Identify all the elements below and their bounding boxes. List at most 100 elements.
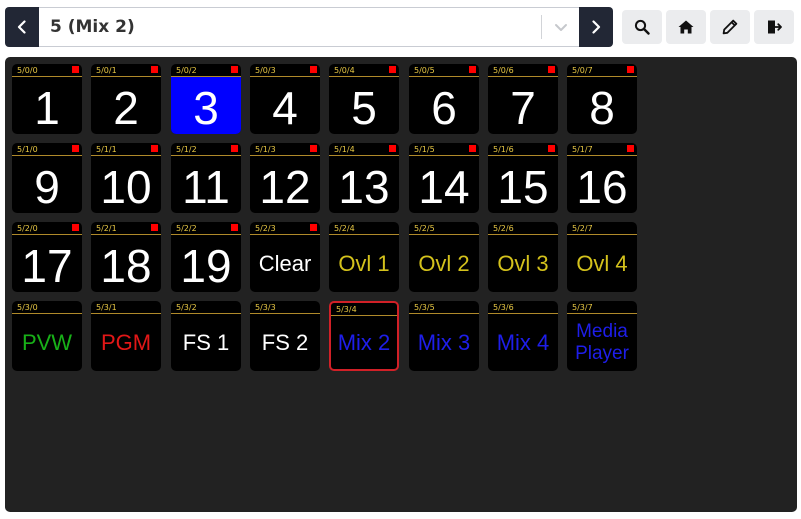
edit-button[interactable]: [710, 10, 750, 44]
control-button[interactable]: 5/3/3 FS 2: [250, 301, 320, 371]
status-led: [548, 145, 555, 152]
button-header: 5/1/5: [409, 143, 479, 156]
button-label: 4: [272, 81, 298, 134]
control-button[interactable]: 5/1/6 15: [488, 143, 558, 213]
button-address: 5/0/7: [572, 66, 593, 75]
button-address: 5/2/2: [176, 224, 197, 233]
control-button[interactable]: 5/3/0 PVW: [12, 301, 82, 371]
button-address: 5/0/3: [255, 66, 276, 75]
button-label: 16: [576, 160, 628, 213]
button-label: 19: [180, 239, 232, 292]
control-button[interactable]: 5/0/5 6: [409, 64, 479, 134]
control-button[interactable]: 5/0/4 5: [329, 64, 399, 134]
button-address: 5/3/4: [336, 305, 357, 314]
button-address: 5/1/3: [255, 145, 276, 154]
exit-icon: [768, 20, 782, 34]
button-label: 3: [171, 77, 241, 134]
control-button[interactable]: 5/2/7 Ovl 4: [567, 222, 637, 292]
button-address: 5/2/3: [255, 224, 276, 233]
button-header: 5/3/0: [12, 301, 82, 314]
status-led: [72, 145, 79, 152]
control-button[interactable]: 5/2/2 19: [171, 222, 241, 292]
button-address: 5/1/6: [493, 145, 514, 154]
dropdown-toggle[interactable]: [542, 20, 579, 34]
button-header: 5/3/7: [567, 301, 637, 314]
control-button[interactable]: 5/1/5 14: [409, 143, 479, 213]
button-header: 5/1/7: [567, 143, 637, 156]
button-header: 5/2/1: [91, 222, 161, 235]
button-address: 5/0/0: [17, 66, 38, 75]
control-button[interactable]: 5/2/4 Ovl 1: [329, 222, 399, 292]
status-led: [151, 66, 158, 73]
status-led: [548, 66, 555, 73]
control-button[interactable]: 5/1/3 12: [250, 143, 320, 213]
control-button[interactable]: 5/0/1 2: [91, 64, 161, 134]
status-led: [151, 224, 158, 231]
page-select[interactable]: 5 (Mix 2): [39, 7, 579, 47]
button-address: 5/0/2: [176, 66, 197, 75]
control-button[interactable]: 5/0/7 8: [567, 64, 637, 134]
button-header: 5/2/3: [250, 222, 320, 235]
control-button[interactable]: 5/0/0 1: [12, 64, 82, 134]
button-label: 18: [100, 239, 152, 292]
button-address: 5/1/1: [96, 145, 117, 154]
status-led: [389, 66, 396, 73]
button-label: Ovl 4: [576, 250, 628, 276]
status-led: [469, 66, 476, 73]
control-button[interactable]: 5/0/6 7: [488, 64, 558, 134]
button-label: 12: [259, 160, 311, 213]
button-grid: 5/0/0 1 5/0/1 2 5/0/2 3 5/0/3 4 5/0/4 5 5/0/5 6 5/0/…: [5, 57, 797, 512]
chevron-right-icon: [592, 20, 601, 34]
control-button[interactable]: 5/2/6 Ovl 3: [488, 222, 558, 292]
button-header: 5/2/0: [12, 222, 82, 235]
control-button[interactable]: 5/2/1 18: [91, 222, 161, 292]
button-label: Ovl 3: [497, 250, 549, 276]
control-button[interactable]: 5/2/0 17: [12, 222, 82, 292]
button-label: 17: [21, 239, 73, 292]
button-header: 5/0/4: [329, 64, 399, 77]
button-address: 5/0/1: [96, 66, 117, 75]
control-button[interactable]: 5/1/2 11: [171, 143, 241, 213]
control-button[interactable]: 5/1/0 9: [12, 143, 82, 213]
control-button[interactable]: 5/3/7 Media Player: [567, 301, 637, 371]
next-page-button[interactable]: [579, 7, 613, 47]
button-address: 5/2/5: [414, 224, 435, 233]
home-button[interactable]: [666, 10, 706, 44]
status-led: [627, 66, 634, 73]
control-button[interactable]: 5/1/1 10: [91, 143, 161, 213]
button-label: 14: [418, 160, 470, 213]
control-button[interactable]: 5/1/4 13: [329, 143, 399, 213]
control-button[interactable]: 5/3/5 Mix 3: [409, 301, 479, 371]
chevron-down-icon: [554, 24, 567, 31]
control-button[interactable]: 5/3/6 Mix 4: [488, 301, 558, 371]
button-label: Ovl 2: [418, 250, 470, 276]
button-header: 5/1/6: [488, 143, 558, 156]
control-button[interactable]: 5/0/2 3: [171, 64, 241, 134]
button-address: 5/3/6: [493, 303, 514, 312]
search-button[interactable]: [622, 10, 662, 44]
button-header: 5/3/1: [91, 301, 161, 314]
button-label: 8: [589, 81, 615, 134]
button-header: 5/0/5: [409, 64, 479, 77]
control-button[interactable]: 5/3/4 Mix 2: [329, 301, 399, 371]
button-address: 5/0/4: [334, 66, 355, 75]
previous-page-button[interactable]: [5, 7, 39, 47]
button-address: 5/2/6: [493, 224, 514, 233]
control-button[interactable]: 5/2/5 Ovl 2: [409, 222, 479, 292]
button-label: Mix 2: [337, 329, 391, 355]
control-button[interactable]: 5/3/1 PGM: [91, 301, 161, 371]
button-label: 10: [100, 160, 152, 213]
button-header: 5/0/3: [250, 64, 320, 77]
control-button[interactable]: 5/3/2 FS 1: [171, 301, 241, 371]
button-address: 5/3/1: [96, 303, 117, 312]
button-header: 5/0/7: [567, 64, 637, 77]
control-button[interactable]: 5/0/3 4: [250, 64, 320, 134]
button-header: 5/3/3: [250, 301, 320, 314]
control-button[interactable]: 5/1/7 16: [567, 143, 637, 213]
button-address: 5/1/2: [176, 145, 197, 154]
control-button[interactable]: 5/2/3 Clear: [250, 222, 320, 292]
status-led: [310, 66, 317, 73]
button-label: FS 2: [261, 329, 309, 355]
status-led: [72, 224, 79, 231]
exit-button[interactable]: [754, 10, 794, 44]
